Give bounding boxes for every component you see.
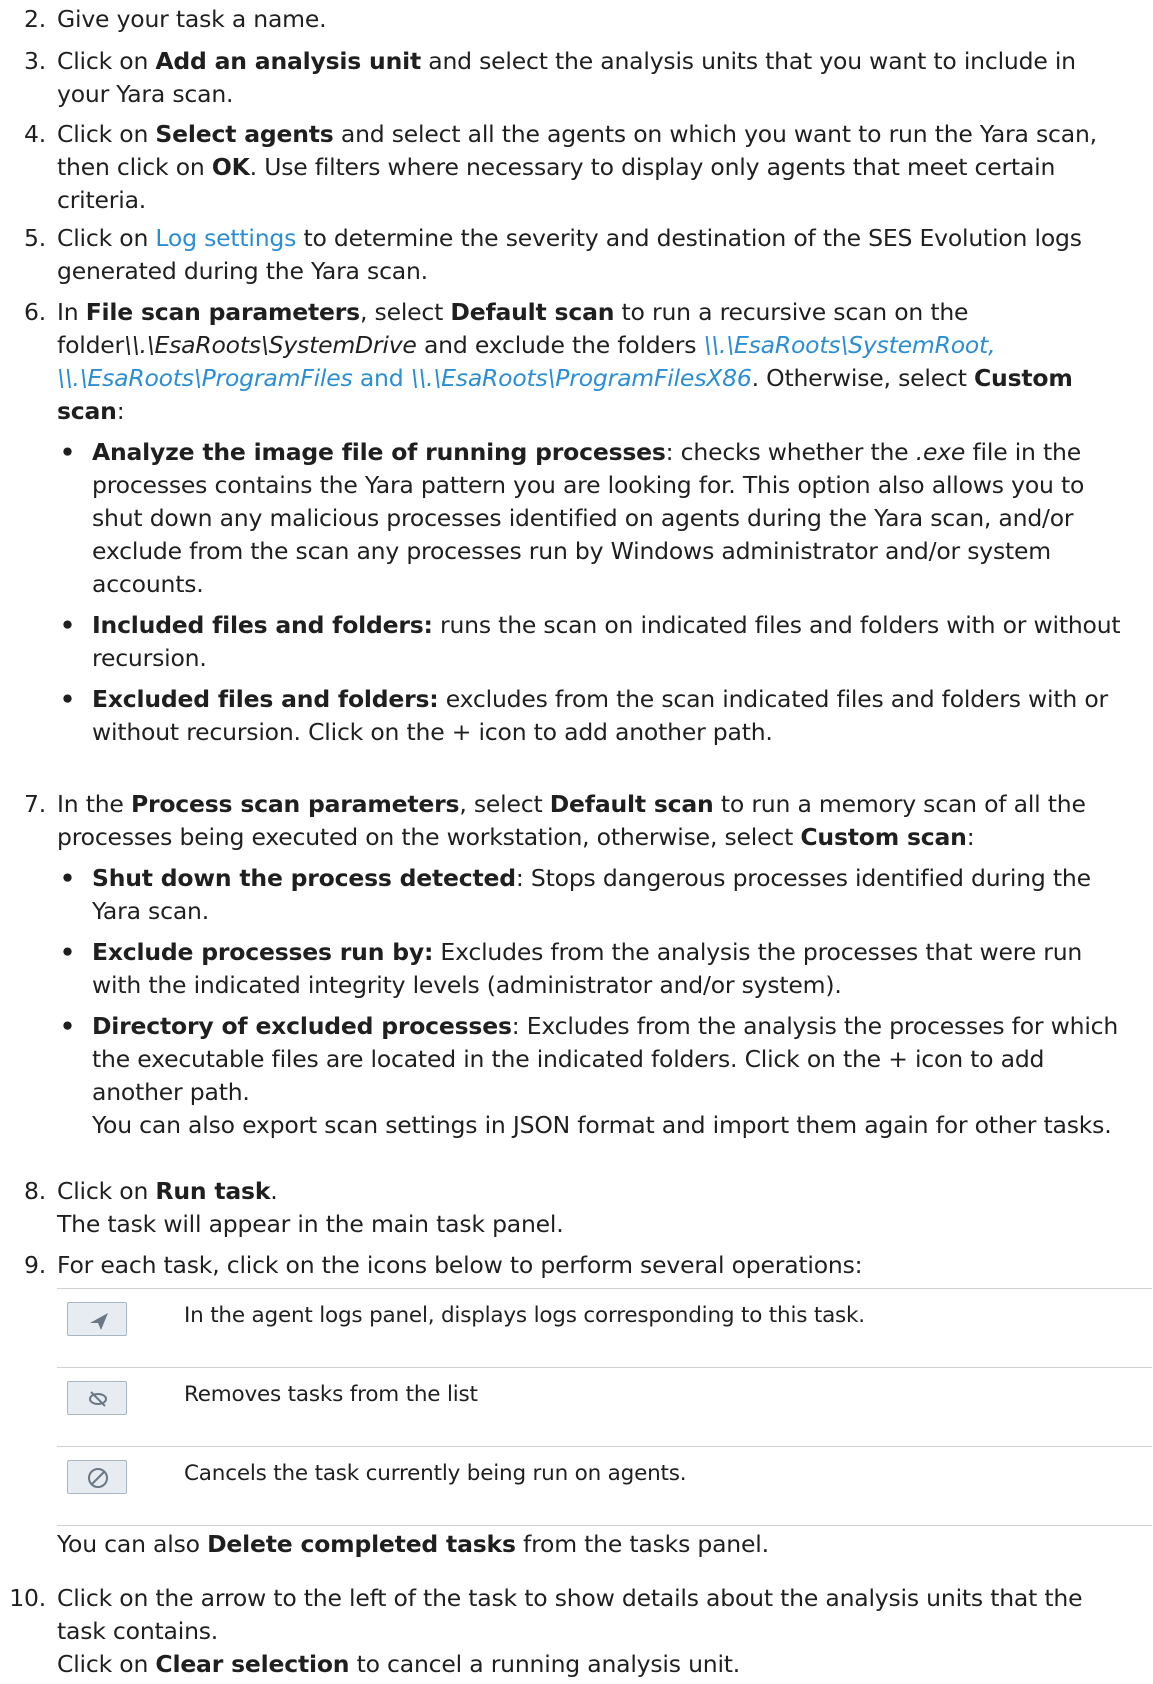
- step-2: 2. Give your task a name.: [0, 3, 350, 36]
- path-link[interactable]: \\.\EsaRoots\ProgramFiles: [57, 364, 353, 392]
- step-7: 7. In the Process scan parameters, selec…: [0, 788, 1153, 854]
- table-cell: Cancels the task currently being run on …: [184, 1446, 1152, 1526]
- step-number: 10.: [9, 1584, 46, 1612]
- list-item: • Included files and folders: runs the s…: [60, 611, 1121, 672]
- ui-term: OK: [211, 153, 250, 181]
- log-settings-link[interactable]: Log settings: [155, 224, 296, 252]
- table-cell: In the agent logs panel, displays logs c…: [184, 1288, 1152, 1368]
- step-3: 3. Click on Add an analysis unit and sel…: [0, 45, 1153, 111]
- step-number: 8.: [23, 1177, 46, 1205]
- path-link[interactable]: \\.\EsaRoots\ProgramFilesX86: [411, 364, 752, 392]
- step-7-options: • Shut down the process detected: Stops …: [0, 862, 1153, 1142]
- step-text: In File scan parameters, select Default …: [57, 298, 1073, 425]
- step-text: Click on Select agents and select all th…: [57, 120, 1097, 214]
- step-text: Give your task a name.: [57, 5, 327, 33]
- path-text: \\.\EsaRoots\SystemDrive: [124, 331, 417, 359]
- list-item: • Analyze the image file of running proc…: [60, 438, 1085, 598]
- list-item: • Shut down the process detected: Stops …: [60, 864, 1091, 925]
- step-text: Click on Add an analysis unit and select…: [57, 47, 1076, 108]
- table-row: In the agent logs panel, displays logs c…: [57, 1288, 1152, 1368]
- step-6: 6. In File scan parameters, select Defau…: [0, 296, 1153, 428]
- step-note: Click on Clear selection to cancel a run…: [57, 1650, 741, 1678]
- cancel-circle-icon[interactable]: [67, 1460, 127, 1494]
- list-item: • Excluded files and folders: excludes f…: [60, 685, 1108, 746]
- note-text: You can also export scan settings in JSO…: [92, 1111, 1112, 1139]
- step-5: 5. Click on Log settings to determine th…: [0, 222, 1153, 288]
- table-cell: Removes tasks from the list: [184, 1367, 1152, 1447]
- list-item: • Exclude processes run by: Excludes fro…: [60, 938, 1083, 999]
- step-text: Click on Run task.: [57, 1177, 278, 1205]
- step-4: 4. Click on Select agents and select all…: [0, 118, 1153, 217]
- step-text: Click on Log settings to determine the s…: [57, 224, 1082, 285]
- step-number: 7.: [23, 790, 46, 818]
- step-result: The task will appear in the main task pa…: [57, 1210, 564, 1238]
- table-row: Removes tasks from the list: [57, 1367, 1152, 1447]
- step-number: 3.: [23, 47, 46, 75]
- step-number: 6.: [23, 298, 46, 326]
- list-item: • Directory of excluded processes: Exclu…: [57, 1010, 1129, 1142]
- step-note: You can also Delete completed tasks from…: [57, 1530, 769, 1558]
- step-number: 4.: [23, 120, 46, 148]
- icons-table: In the agent logs panel, displays logs c…: [57, 1288, 1152, 1526]
- step-8: 8. Click on Run task. The task will appe…: [0, 1175, 588, 1241]
- table-row: Cancels the task currently being run on …: [57, 1446, 1152, 1526]
- send-arrow-icon[interactable]: [67, 1302, 127, 1336]
- step-6-options: • Analyze the image file of running proc…: [0, 436, 1153, 749]
- ui-term: Add an analysis unit: [155, 47, 421, 75]
- step-text: For each task, click on the icons below …: [57, 1251, 863, 1279]
- step-number: 2.: [23, 5, 46, 33]
- step-number: 9.: [23, 1251, 46, 1279]
- path-link[interactable]: \\.\EsaRoots\SystemRoot,: [704, 331, 996, 359]
- step-number: 5.: [23, 224, 46, 252]
- eye-slash-icon[interactable]: [67, 1381, 127, 1415]
- step-9: 9. For each task, click on the icons bel…: [0, 1249, 1153, 1561]
- step-text: In the Process scan parameters, select D…: [57, 790, 1086, 851]
- ui-term: Select agents: [155, 120, 334, 148]
- step-text: Click on the arrow to the left of the ta…: [57, 1584, 1083, 1645]
- step-10: 10. Click on the arrow to the left of th…: [0, 1582, 1153, 1681]
